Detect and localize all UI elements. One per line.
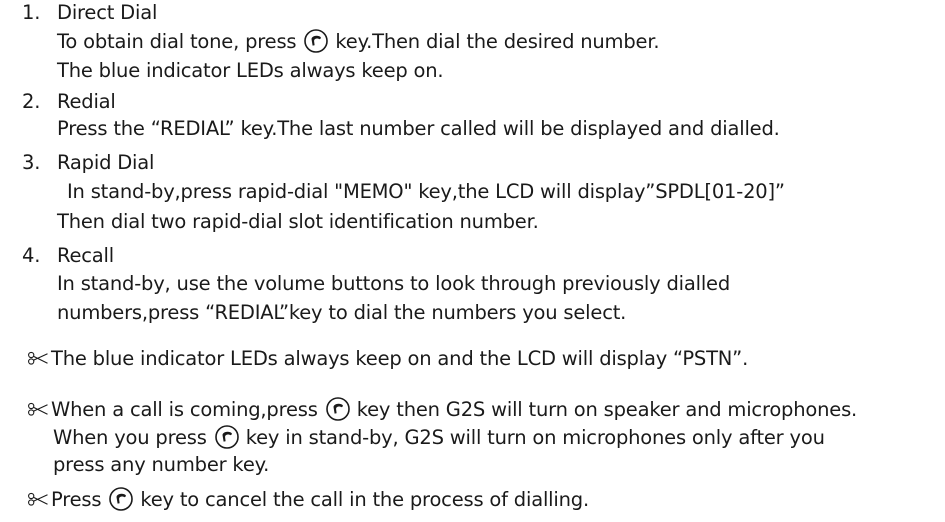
step-title-redial: Redial [57, 90, 116, 113]
step-number: 3. [22, 151, 41, 174]
step-number: 1. [22, 1, 41, 24]
note-text-part: Press [51, 488, 102, 511]
step-text-part: To obtain dial tone, press [57, 30, 297, 53]
step-title-recall: Recall [57, 244, 114, 267]
step-text: numbers,press “REDIAL”key to dial the nu… [57, 301, 627, 324]
scissors-icon [27, 400, 49, 418]
step-text: Then dial two rapid-dial slot identifica… [57, 210, 539, 233]
note-text-part: The blue indicator LEDs always keep on a… [51, 347, 749, 370]
handset-key-icon [304, 29, 329, 53]
handset-key-icon [325, 397, 350, 421]
step-title-rapid-dial: Rapid Dial [57, 151, 155, 174]
step-text: In stand-by, use the volume buttons to l… [57, 272, 731, 295]
step-text: The blue indicator LEDs always keep on. [57, 59, 444, 82]
note-text: The blue indicator LEDs always keep on a… [27, 347, 748, 371]
scissors-icon [27, 349, 49, 367]
step-number: 2. [22, 90, 41, 113]
step-number: 4. [22, 244, 41, 267]
note-text-part: When a call is coming,press [51, 398, 318, 421]
note-text-part: key to cancel the call in the process of… [140, 488, 589, 511]
note-text-part: key in stand-by, G2S will turn on microp… [245, 426, 825, 449]
note-text: press any number key. [53, 453, 270, 476]
step-text-part: key.Then dial the desired number. [335, 30, 660, 53]
note-text: When you press key in stand-by, G2S will… [53, 425, 825, 450]
step-text: Press the “REDIAL” key.The last number c… [57, 117, 780, 140]
scissors-icon [27, 490, 49, 508]
handset-key-icon [214, 425, 239, 449]
note-text-part: When you press [53, 426, 207, 449]
note-text: Press key to cancel the call in the proc… [27, 487, 589, 512]
handset-key-icon [109, 487, 134, 511]
step-title-direct-dial: Direct Dial [57, 1, 158, 24]
step-text: To obtain dial tone, press key.Then dial… [57, 29, 660, 54]
step-text: In stand-by,press rapid-dial "MEMO" key,… [67, 180, 785, 203]
note-text: When a call is coming,press key then G2S… [27, 397, 857, 422]
note-text-part: key then G2S will turn on speaker and mi… [356, 398, 858, 421]
